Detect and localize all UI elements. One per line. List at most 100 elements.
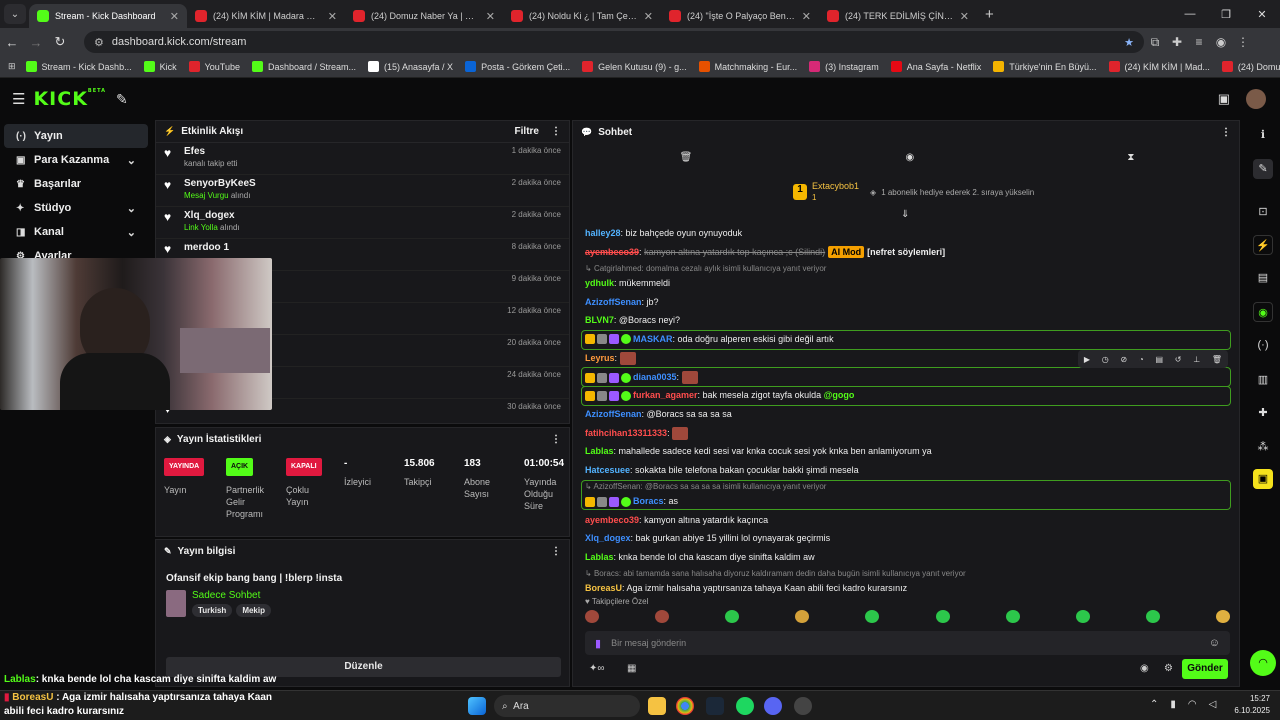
menu-kebab-icon[interactable]: ⋮ <box>1232 35 1254 49</box>
avatar[interactable] <box>1246 89 1266 109</box>
profile-icon[interactable]: ◉ <box>1210 35 1232 49</box>
chat-username[interactable]: Leyrus <box>585 353 615 363</box>
windows-start-icon[interactable] <box>468 697 486 715</box>
emote-button[interactable] <box>725 610 740 623</box>
taskbar-search[interactable]: ⌕ Ara <box>494 695 640 717</box>
bolt-icon[interactable]: ⚡ <box>1253 235 1273 255</box>
browser-tab[interactable]: (24) TERK EDİLMİŞ ÇİNLİ KÖYDE ✕ <box>819 4 977 28</box>
app-icon[interactable] <box>764 697 782 715</box>
bookmark-item[interactable]: Ana Sayfa - Netflix <box>890 61 981 72</box>
bookmark-item[interactable]: (24) Domuz Naber... <box>1221 61 1280 72</box>
studio-icon[interactable]: ▣ <box>1218 91 1230 107</box>
browser-tab[interactable]: Stream - Kick Dashboard ✕ <box>29 4 187 28</box>
mic-icon[interactable]: ▮ <box>595 637 601 650</box>
undo-icon[interactable]: ↺ <box>1175 355 1182 364</box>
sidebar-item[interactable]: ✦ Stüdyo ⌄ <box>4 196 148 220</box>
chat-username[interactable]: Hatcesuee <box>585 465 630 475</box>
bookmark-item[interactable]: Matchmaking - Eur... <box>698 61 797 72</box>
chat-settings-bubble-icon[interactable]: ◉ <box>1140 663 1149 674</box>
bookmark-item[interactable]: Dashboard / Stream... <box>251 61 356 72</box>
store-icon[interactable]: ▦ <box>627 663 636 674</box>
emote-button[interactable] <box>935 610 950 623</box>
chat-message[interactable]: Hatcesuee: sokakta bile telefona bakan ç… <box>585 465 859 475</box>
chat-message[interactable]: Boracs: as <box>585 496 678 507</box>
bookmark-item[interactable]: Gelen Kutusu (9) - g... <box>582 61 687 72</box>
help-icon[interactable]: ◠ <box>1250 650 1276 676</box>
chat-message[interactable]: ayembeco39: kamyon altına yatardık kaçın… <box>585 515 768 525</box>
notes-icon[interactable]: ▤ <box>1253 268 1273 288</box>
bookmark-item[interactable]: Stream - Kick Dashb... <box>25 61 132 72</box>
info-icon[interactable]: ℹ <box>1253 125 1273 145</box>
minimize-icon[interactable]: — <box>1172 8 1208 20</box>
chrome-icon[interactable] <box>676 697 694 715</box>
close-window-icon[interactable]: ✕ <box>1244 8 1280 21</box>
chat-username[interactable]: ayembeco39 <box>585 515 639 525</box>
close-tab-icon[interactable]: ✕ <box>486 10 495 23</box>
bookmark-item[interactable]: Türkiye'nin En Büyü... <box>993 61 1097 72</box>
more-options-icon[interactable]: ⋮ <box>551 126 561 137</box>
url-field[interactable]: ⚙ dashboard.kick.com/stream ★ <box>84 31 1144 53</box>
chat-username[interactable]: Xlq_dogex <box>585 533 631 543</box>
copy-icon[interactable]: ▤ <box>1155 355 1163 364</box>
chat-rail-icon[interactable]: ◉ <box>1253 302 1273 322</box>
chat-username[interactable]: AzizoffSenan <box>585 297 642 307</box>
chat-input[interactable]: ▮ Bir mesaj gönderin ☺ <box>585 631 1230 655</box>
new-tab-button[interactable]: + <box>985 6 994 23</box>
chat-username[interactable]: BLVN7 <box>585 315 614 325</box>
bookmark-item[interactable]: (24) KİM KİM | Mad... <box>1108 61 1210 72</box>
network-icon[interactable]: ◠ <box>1188 699 1197 710</box>
emote-button[interactable] <box>585 610 599 623</box>
chat-username[interactable]: Lablas <box>585 552 614 562</box>
bookmark-item[interactable]: (15) Anasayfa / X <box>368 61 453 72</box>
category-link[interactable]: Sadece Sohbet <box>192 590 260 601</box>
message-icon[interactable]: ◉ <box>905 152 914 163</box>
back-icon[interactable]: ← <box>0 35 24 50</box>
close-tab-icon[interactable]: ✕ <box>170 10 179 23</box>
reading-list-icon[interactable]: ≡ <box>1188 35 1210 49</box>
wrench-icon[interactable]: ✚ <box>1253 403 1273 423</box>
timeout-icon[interactable]: ◷ <box>1102 355 1109 364</box>
chat-message[interactable]: Lablas: mahallede sadece kedi sesi var k… <box>585 446 932 456</box>
steam-icon[interactable] <box>706 697 724 715</box>
emote-button[interactable] <box>1215 610 1230 623</box>
extensions-puzzle-icon[interactable]: ✚ <box>1166 35 1188 49</box>
chat-username[interactable]: halley28 <box>585 228 621 238</box>
chat-message[interactable]: AzizoffSenan: jb? <box>585 297 659 307</box>
chat-username[interactable]: Lablas <box>585 446 614 456</box>
chat-message[interactable]: furkan_agamer: bak mesela zigot tayfa ok… <box>585 390 854 401</box>
chat-username[interactable]: diana0035 <box>633 372 677 382</box>
emote-button[interactable] <box>795 610 810 623</box>
spotify-icon[interactable] <box>736 697 754 715</box>
chat-message[interactable]: Xlq_dogex: bak gurkan abiye 15 yillini l… <box>585 533 830 543</box>
activity-item[interactable]: ♥ SenyorByKeeS Mesaj Vurgu alındı 2 dakika … <box>156 175 569 207</box>
chat-message[interactable]: ayembeco39: kamyon altına yatardık top k… <box>585 245 945 258</box>
hourglass-icon[interactable]: ⧗ <box>1127 152 1134 163</box>
emote-button[interactable] <box>1075 610 1090 623</box>
sidebar-item[interactable]: ▣ Para Kazanma ⌄ <box>4 148 148 172</box>
edit-tool-icon[interactable]: ✎ <box>1253 159 1273 179</box>
stats-more-icon[interactable]: ⋮ <box>551 434 561 445</box>
chat-username[interactable]: fatihcihan13311333 <box>585 428 667 438</box>
tab-search-icon[interactable]: ⌄ <box>4 4 26 24</box>
browser-tab[interactable]: (24) Noldu Ki ¿ | Tam Çerezlik | ! ✕ <box>503 4 661 28</box>
sidebar-item[interactable]: (·) Yayın <box>4 124 148 148</box>
chat-settings-icon[interactable]: ⚙ <box>1164 663 1173 674</box>
chat-username[interactable]: furkan_agamer <box>633 390 698 400</box>
chat-message[interactable]: MASKAR: oda doğru alperen eskisi gibi de… <box>585 334 834 345</box>
play-icon[interactable]: ▶ <box>1084 355 1090 364</box>
chat-username[interactable]: AzizoffSenan <box>585 409 642 419</box>
bookmark-item[interactable]: Kick <box>143 61 177 72</box>
sidebar-item[interactable]: ♛ Başarılar <box>4 172 148 196</box>
chat-message[interactable]: BoreasU: Aga izmir halısaha yaptırsanıza… <box>585 583 907 593</box>
mention[interactable]: @gogo <box>824 390 855 400</box>
site-info-icon[interactable]: ⚙ <box>94 36 104 49</box>
tray-arrow-icon[interactable]: ⌃ <box>1150 699 1158 710</box>
browser-tab[interactable]: (24) "İşte O Palyaço Benim" Kic ✕ <box>661 4 819 28</box>
chat-message[interactable]: diana0035: <box>585 371 698 384</box>
close-tab-icon[interactable]: ✕ <box>328 10 337 23</box>
gift-rail-icon[interactable]: ▣ <box>1253 469 1273 489</box>
browser-tab[interactable]: (24) Domuz Naber Ya | HAFTAL ✕ <box>345 4 503 28</box>
trash-icon[interactable]: 🗑 <box>680 152 693 163</box>
emote-button[interactable] <box>865 610 880 623</box>
close-tab-icon[interactable]: ✕ <box>644 10 653 23</box>
